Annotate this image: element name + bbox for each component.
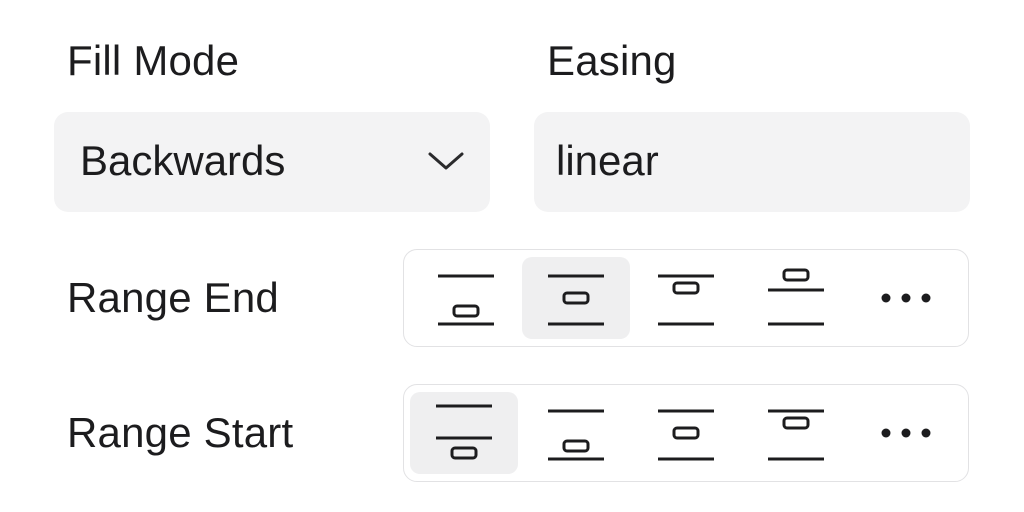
range-end-option-top[interactable]: [632, 257, 740, 339]
range-end-option-center[interactable]: [522, 257, 630, 339]
align-below-icon: [436, 404, 492, 460]
range-start-option-center[interactable]: [632, 392, 740, 474]
range-end-label: Range End: [67, 274, 279, 321]
range-start-option-top[interactable]: [742, 392, 850, 474]
fill-mode-select[interactable]: Backwards: [54, 112, 490, 212]
animation-settings-panel: Fill Mode Backwards Easing linear Range …: [0, 0, 1024, 512]
range-start-label: Range Start: [67, 409, 294, 456]
chevron-down-icon: [428, 152, 464, 170]
range-start-segmented-control: [403, 384, 969, 482]
range-end-more-button[interactable]: [852, 257, 960, 339]
easing-value: linear: [556, 137, 659, 184]
fill-mode-label: Fill Mode: [67, 37, 240, 84]
range-end-segmented-control: [403, 249, 969, 347]
more-icon: [881, 428, 931, 438]
easing-input[interactable]: linear: [534, 112, 970, 212]
align-center-icon: [548, 274, 604, 326]
align-center-icon: [658, 409, 714, 461]
range-start-option-below[interactable]: [410, 392, 518, 474]
more-icon: [881, 293, 931, 303]
align-top-icon: [768, 409, 824, 461]
align-bottom-icon: [438, 274, 494, 326]
fill-mode-value: Backwards: [80, 137, 286, 184]
range-end-option-bottom[interactable]: [412, 257, 520, 339]
range-end-option-above[interactable]: [742, 257, 850, 339]
align-bottom-icon: [548, 409, 604, 461]
align-above-icon: [768, 268, 824, 326]
easing-label: Easing: [547, 37, 677, 84]
range-start-more-button[interactable]: [852, 392, 960, 474]
range-start-option-bottom[interactable]: [522, 392, 630, 474]
align-top-icon: [658, 274, 714, 326]
